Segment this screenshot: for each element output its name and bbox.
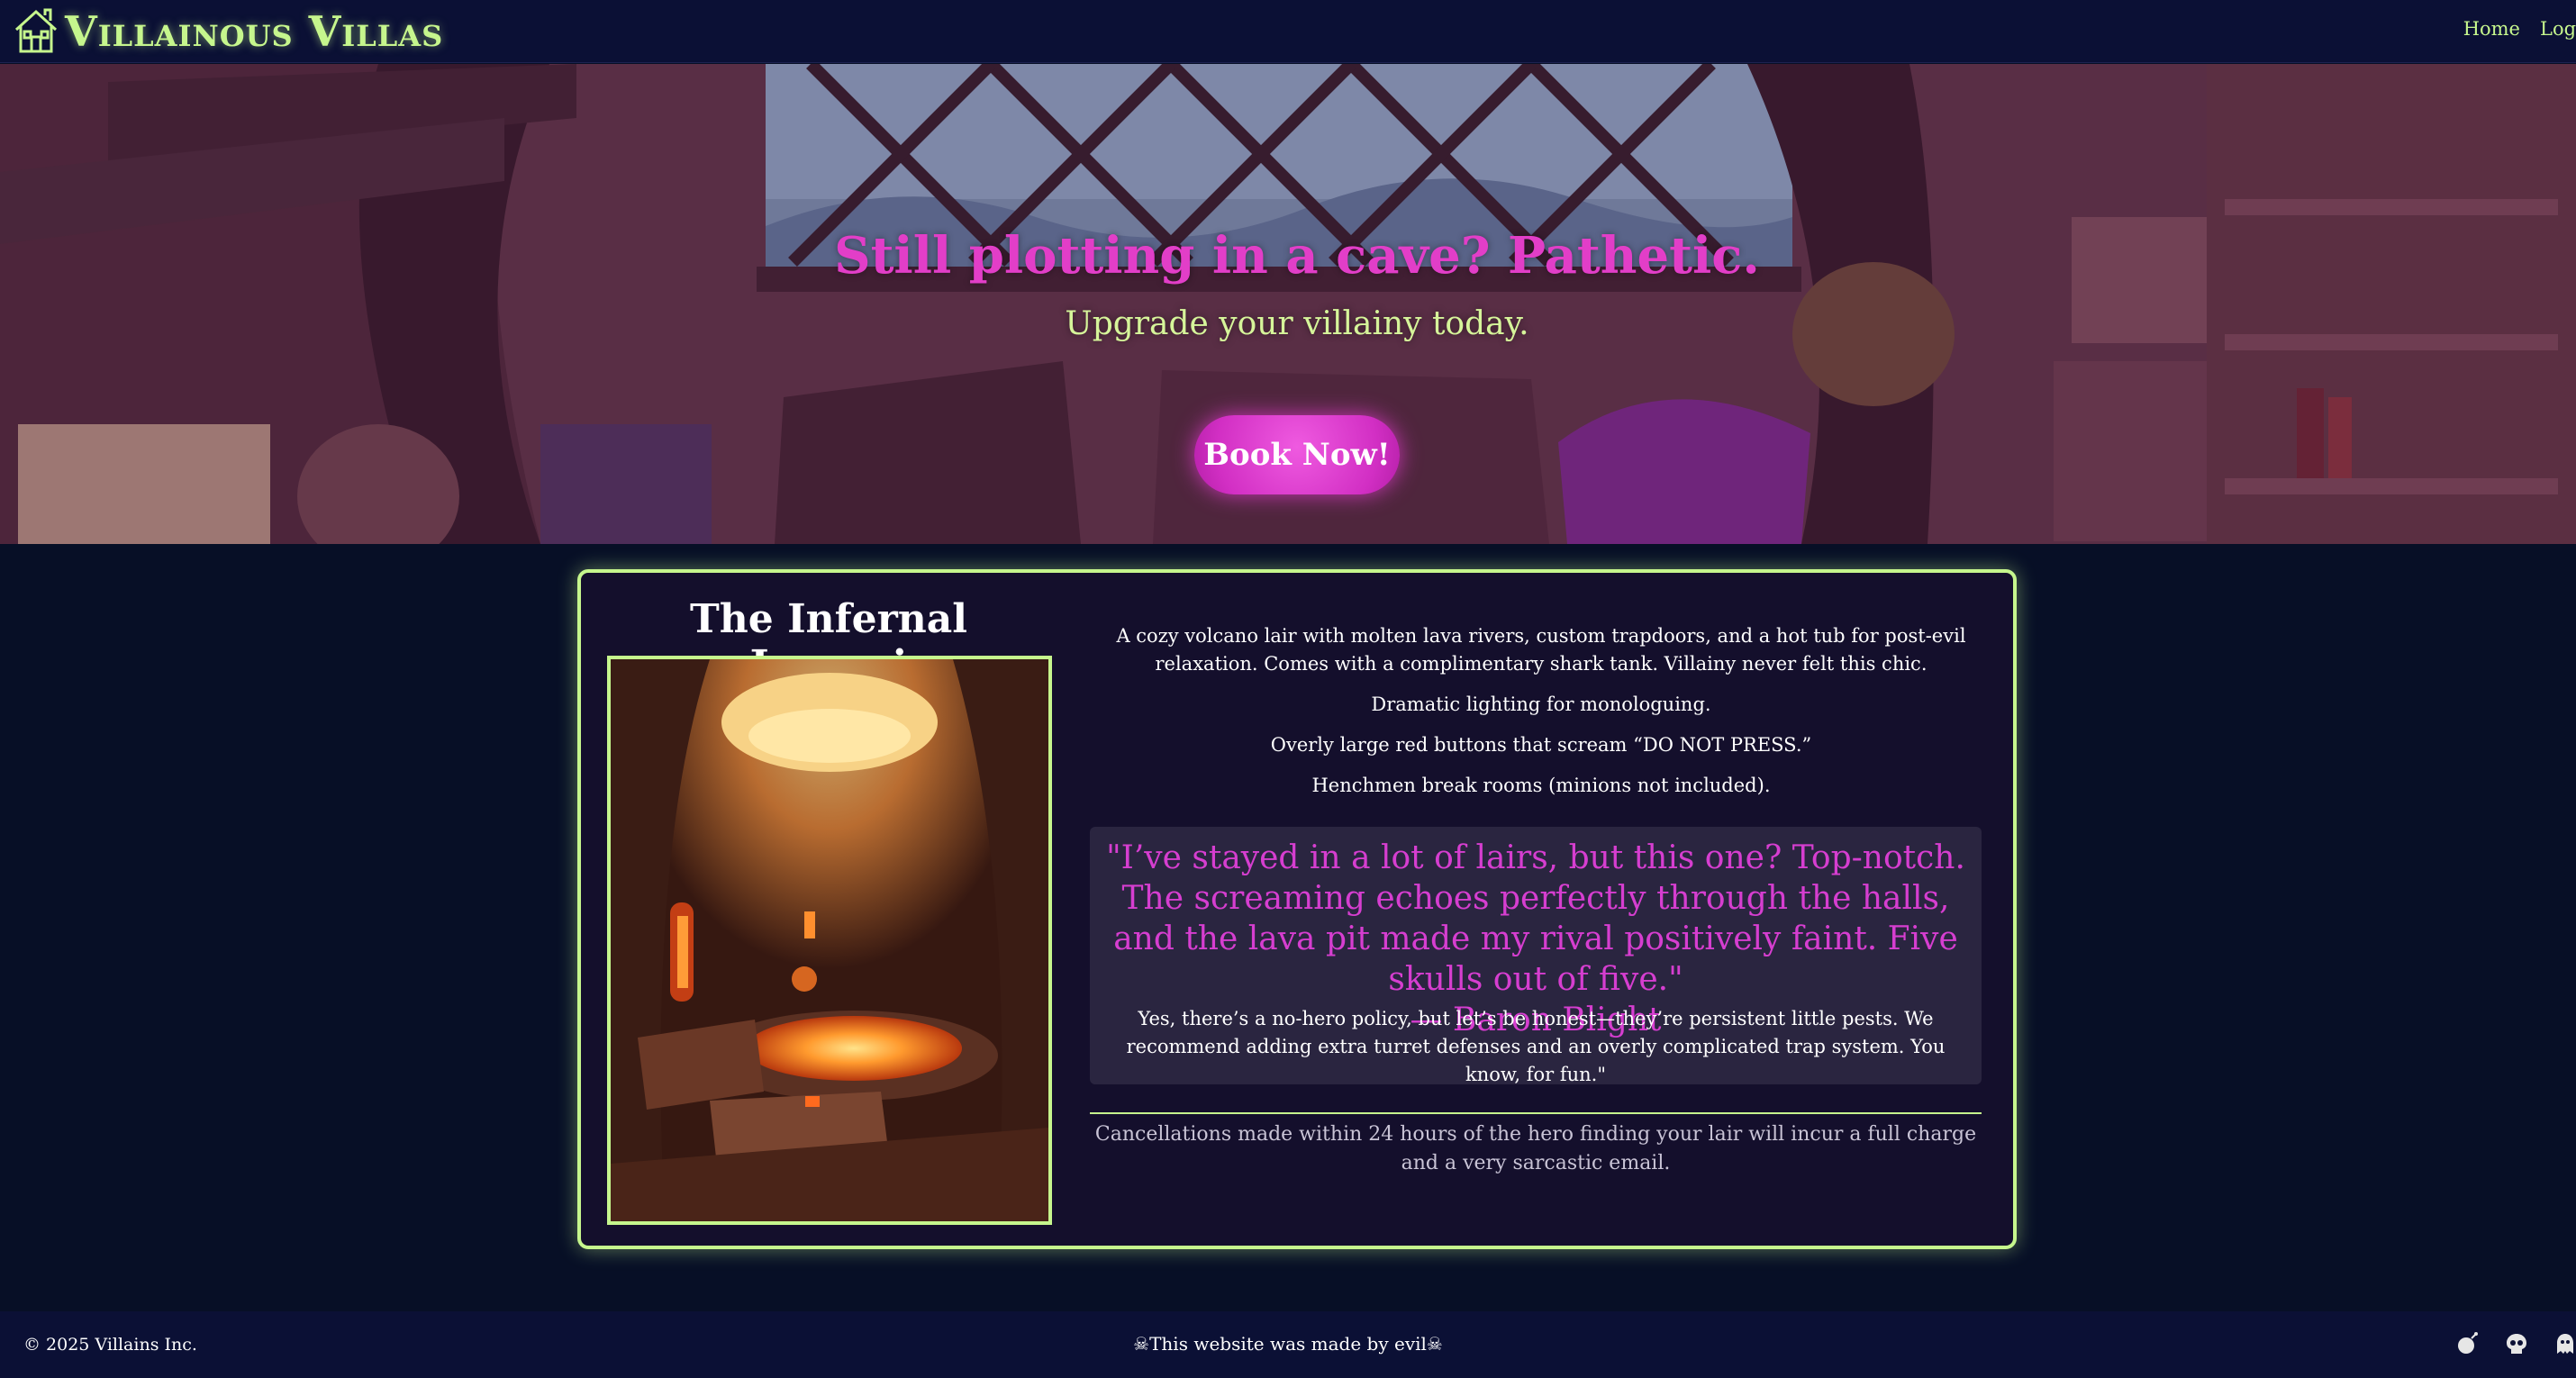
review-body: Yes, there’s a no-hero policy, but let’s…: [1126, 1008, 1946, 1085]
cancellation-policy: Cancellations made within 24 hours of th…: [1094, 1123, 1977, 1174]
hero-banner: Still plotting in a cave? Pathetic. Upgr…: [0, 64, 2576, 544]
nav-home-link[interactable]: Home: [2463, 18, 2520, 40]
lair-image: [607, 656, 1052, 1225]
site-footer: © 2025 Villains Inc. ☠This website was m…: [0, 1311, 2576, 1378]
lava-cave-illustration: [611, 659, 1048, 1221]
divider: [1090, 1112, 1982, 1114]
book-now-button[interactable]: Book Now!: [1194, 415, 1400, 494]
review-quote-text: "I’ve stayed in a lot of lairs, but this…: [1106, 839, 1965, 998]
hero-title: Still plotting in a cave? Pathetic.: [834, 226, 1760, 286]
listing-intro: A cozy volcano lair with molten lava riv…: [1116, 625, 1966, 675]
footer-social-icons: [2454, 1329, 2576, 1358]
site-header: Villainous Villas Home Login: [0, 0, 2576, 63]
bomb-icon[interactable]: [2454, 1329, 2482, 1358]
nav-login-link[interactable]: Login: [2540, 18, 2576, 40]
feature-item: Henchmen break rooms (minions not includ…: [1311, 775, 1771, 796]
haunted-house-icon: [14, 8, 58, 53]
logo[interactable]: Villainous Villas: [11, 5, 443, 58]
feature-item: Overly large red buttons that scream “DO…: [1270, 734, 1812, 756]
made-by-text: ☠This website was made by evil☠: [1133, 1333, 1443, 1355]
top-nav: Home Login: [2463, 18, 2576, 40]
listing-card: The Infernal Jacuzzi: [577, 569, 2017, 1249]
skull-icon[interactable]: [2502, 1329, 2531, 1358]
review-box: "I’ve stayed in a lot of lairs, but this…: [1090, 827, 1982, 1085]
listing-description: A cozy volcano lair with molten lava riv…: [1090, 622, 1992, 812]
hero-subtitle: Upgrade your villainy today.: [1065, 305, 1529, 342]
feature-item: Dramatic lighting for monologuing.: [1371, 694, 1711, 715]
brand-name: Villainous Villas: [65, 7, 444, 56]
ghost-icon[interactable]: [2551, 1329, 2576, 1358]
